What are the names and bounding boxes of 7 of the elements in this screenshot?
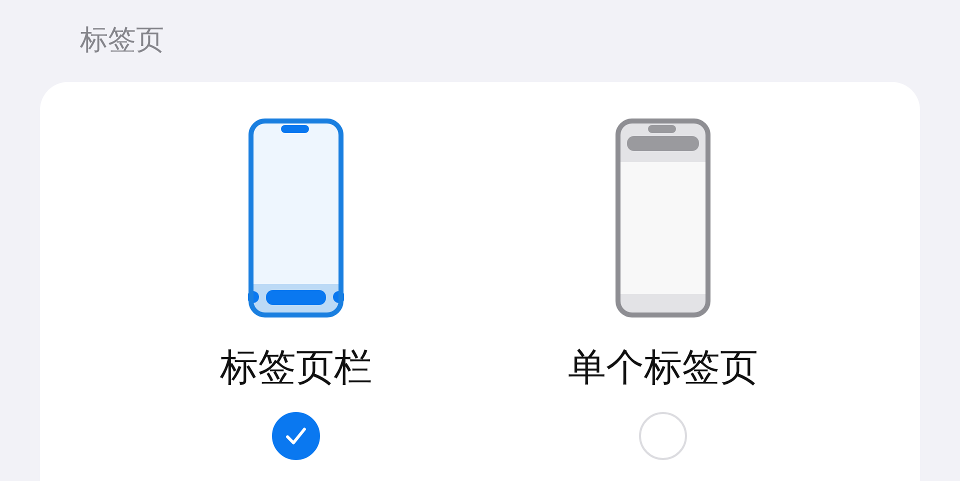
checked-radio[interactable] [272, 412, 320, 460]
option-label[interactable]: 标签页栏 [220, 344, 372, 390]
phone-icon[interactable] [248, 118, 344, 318]
radio-button[interactable] [639, 412, 687, 460]
phone-icon[interactable] [615, 118, 711, 318]
option-label[interactable]: 单个标签页 [568, 344, 758, 390]
section-header: 标签页 [79, 22, 165, 58]
